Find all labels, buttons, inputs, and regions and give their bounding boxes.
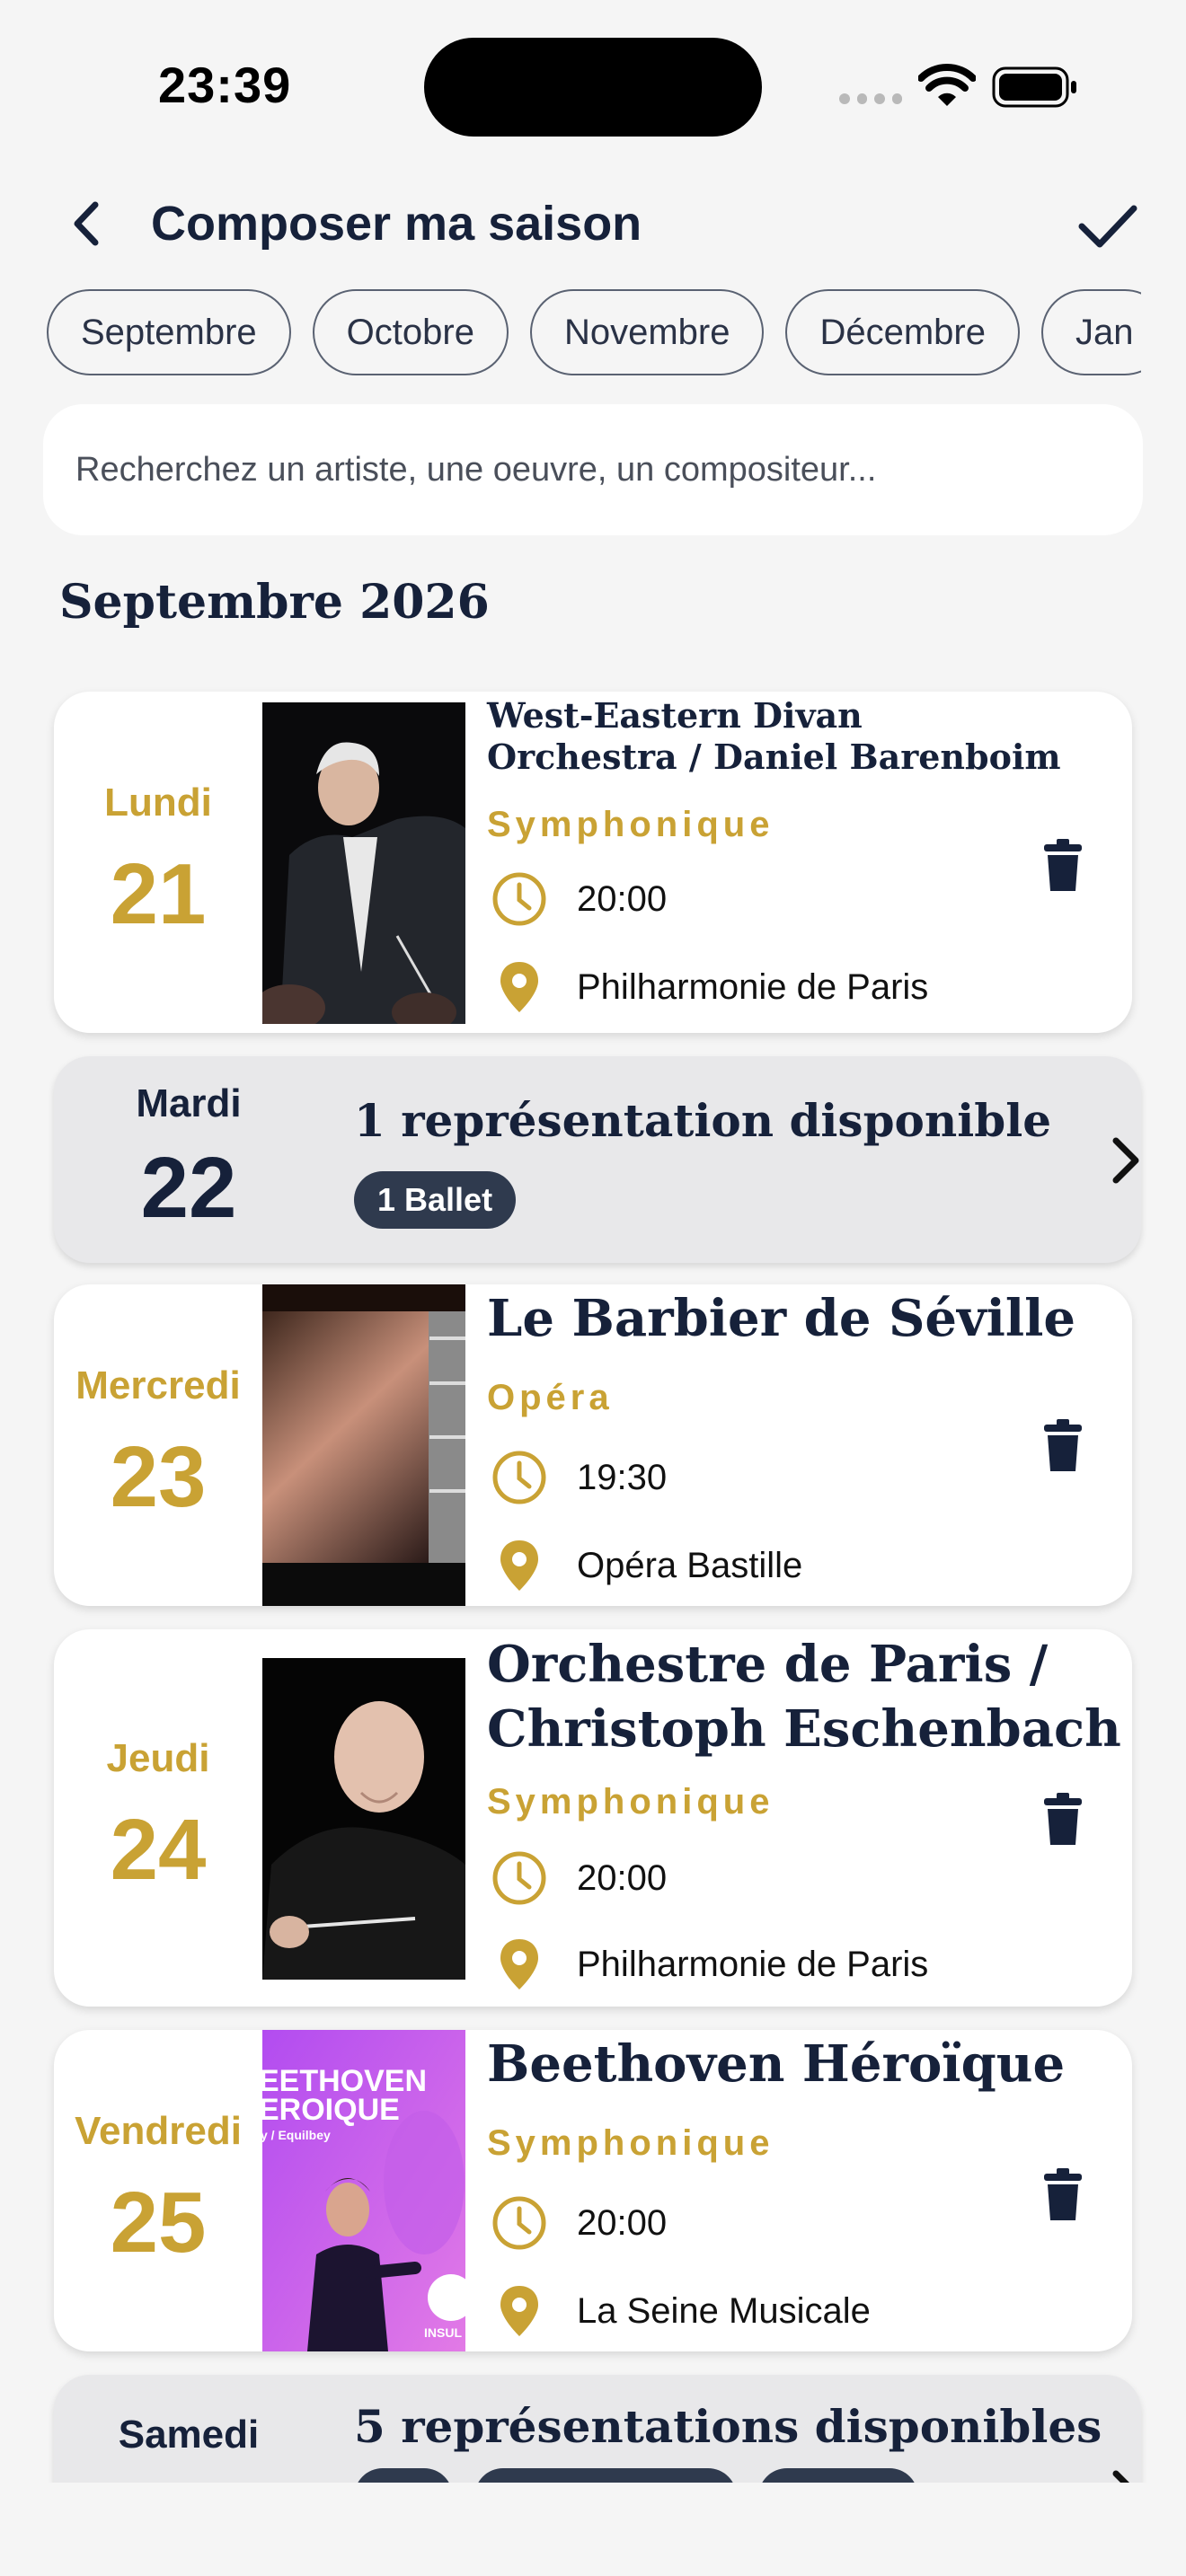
event-date: Vendredi 25: [54, 2030, 262, 2351]
event-title: Le Barbier de Séville: [487, 1289, 1076, 1348]
available-count-text: 5 représentations disponibles: [354, 2400, 1102, 2453]
event-date: Mercredi 23: [54, 1284, 262, 1606]
available-date: Mardi 22: [54, 1056, 323, 1263]
event-venue: Philharmonie de Paris: [577, 1944, 929, 1984]
event-card[interactable]: Mercredi 23 Le Barbier de Séville Opéra …: [54, 1284, 1132, 1606]
status-time: 23:39: [158, 57, 292, 113]
event-title-line: Orchestre de Paris /: [487, 1635, 1049, 1694]
trash-icon[interactable]: [1039, 837, 1087, 895]
available-day-number: 22: [140, 1140, 237, 1236]
section-title: Septembre 2026: [59, 575, 490, 630]
poster-title-line: EROIQUE: [262, 2093, 400, 2127]
event-venue: Opéra Bastille: [577, 1545, 803, 1585]
battery-icon: [992, 66, 1076, 108]
trash-icon[interactable]: [1039, 1791, 1087, 1848]
dynamic-island: [424, 38, 762, 137]
event-genre: Symphonique: [487, 2123, 774, 2163]
event-time: 20:00: [577, 2202, 668, 2243]
status-bar: 23:39: [0, 0, 1186, 171]
month-chip-janvier[interactable]: Jan: [1041, 289, 1141, 375]
event-card[interactable]: Vendredi 25 EETHOVEN EROIQUE y / Equilbe…: [54, 2030, 1132, 2351]
search-input[interactable]: Recherchez un artiste, une oeuvre, un co…: [43, 404, 1143, 535]
event-venue: La Seine Musicale: [577, 2290, 871, 2331]
event-time-row: 20:00: [491, 1848, 667, 1908]
month-chip-novembre[interactable]: Novembre: [529, 289, 765, 375]
location-pin-icon: [500, 962, 538, 1012]
event-title-line: Orchestra / Daniel Barenboim: [487, 737, 1061, 778]
event-day-name: Jeudi: [106, 1736, 210, 1780]
event-day-name: Vendredi: [75, 2109, 242, 2153]
trash-icon[interactable]: [1039, 1417, 1087, 1475]
event-time: 20:00: [577, 878, 668, 919]
event-genre: Symphonique: [487, 805, 774, 844]
event-image: EETHOVEN EROIQUE y / Equilbey INSUL: [262, 2030, 465, 2351]
month-chip-septembre[interactable]: Septembre: [47, 289, 291, 375]
event-time: 19:30: [577, 1457, 668, 1497]
category-tag: 1 Ballet: [354, 1171, 517, 1229]
event-title: West-Eastern Divan Orchestra / Daniel Ba…: [487, 695, 1061, 779]
event-venue: Philharmonie de Paris: [577, 966, 929, 1007]
event-day-number: 21: [110, 846, 207, 942]
location-pin-icon: [500, 1540, 538, 1591]
event-title: Beethoven Héroïque: [487, 2034, 1066, 2094]
event-venue-row: La Seine Musicale: [491, 2281, 871, 2341]
event-time-row: 20:00: [491, 2193, 667, 2253]
clock-icon: [492, 1451, 546, 1504]
wifi-icon: [918, 64, 976, 106]
available-day-row[interactable]: Mardi 22 1 représentation disponible 1 B…: [54, 1056, 1141, 1263]
event-time-row: 19:30: [491, 1448, 667, 1507]
event-venue-row: Opéra Bastille: [491, 1536, 802, 1595]
checkmark-icon[interactable]: [1071, 189, 1143, 260]
available-day-name: Samedi: [118, 2413, 260, 2457]
location-pin-icon: [500, 2286, 538, 2336]
event-time-row: 20:00: [491, 869, 667, 929]
poster-subtitle: y / Equilbey: [262, 2128, 331, 2142]
clock-icon: [492, 1851, 546, 1905]
event-day-number: 23: [110, 1429, 207, 1525]
trash-icon[interactable]: [1039, 2166, 1087, 2224]
event-time: 20:00: [577, 1857, 668, 1898]
event-date: Jeudi 24: [54, 1629, 262, 2007]
month-chip-decembre[interactable]: Décembre: [785, 289, 1020, 375]
back-chevron-icon[interactable]: [59, 192, 113, 255]
event-venue-row: Philharmonie de Paris: [491, 957, 928, 1017]
location-pin-icon: [500, 1939, 538, 1989]
bottom-safe-area: [0, 2483, 1186, 2576]
navigation-header: Composer ma saison: [0, 180, 1186, 266]
clock-icon: [492, 2196, 546, 2250]
cellular-signal-icon: [839, 93, 902, 106]
event-day-name: Mercredi: [75, 1363, 241, 1407]
event-card[interactable]: Lundi 21 West-Eastern Divan Orchestra / …: [54, 692, 1132, 1033]
page-title: Composer ma saison: [151, 197, 642, 251]
event-image: [262, 702, 465, 1024]
event-title-line: Christoph Eschenbach: [487, 1698, 1121, 1759]
event-day-number: 25: [110, 2175, 207, 2271]
event-genre: Opéra: [487, 1378, 614, 1417]
event-venue-row: Philharmonie de Paris: [491, 1935, 928, 1994]
available-count-text: 1 représentation disponible: [354, 1094, 1052, 1147]
event-genre: Symphonique: [487, 1782, 774, 1822]
month-filter-bar: Septembre Octobre Novembre Décembre Jan: [47, 289, 1141, 377]
event-image: [262, 1284, 465, 1606]
event-title: Orchestre de Paris / Christoph Eschenbac…: [487, 1633, 1121, 1761]
event-day-name: Lundi: [104, 781, 212, 825]
available-day-name: Mardi: [136, 1081, 242, 1125]
clock-icon: [492, 872, 546, 926]
chevron-right-icon[interactable]: [1103, 1132, 1146, 1189]
event-card[interactable]: Jeudi 24 Orchestre de Paris / Christoph …: [54, 1629, 1132, 2007]
event-image: [262, 1658, 465, 1980]
event-date: Lundi 21: [54, 692, 262, 1033]
event-day-number: 24: [110, 1802, 207, 1898]
month-chip-octobre[interactable]: Octobre: [312, 289, 509, 375]
poster-brand: INSUL: [424, 2325, 462, 2340]
event-title-line: West-Eastern Divan: [487, 695, 863, 736]
